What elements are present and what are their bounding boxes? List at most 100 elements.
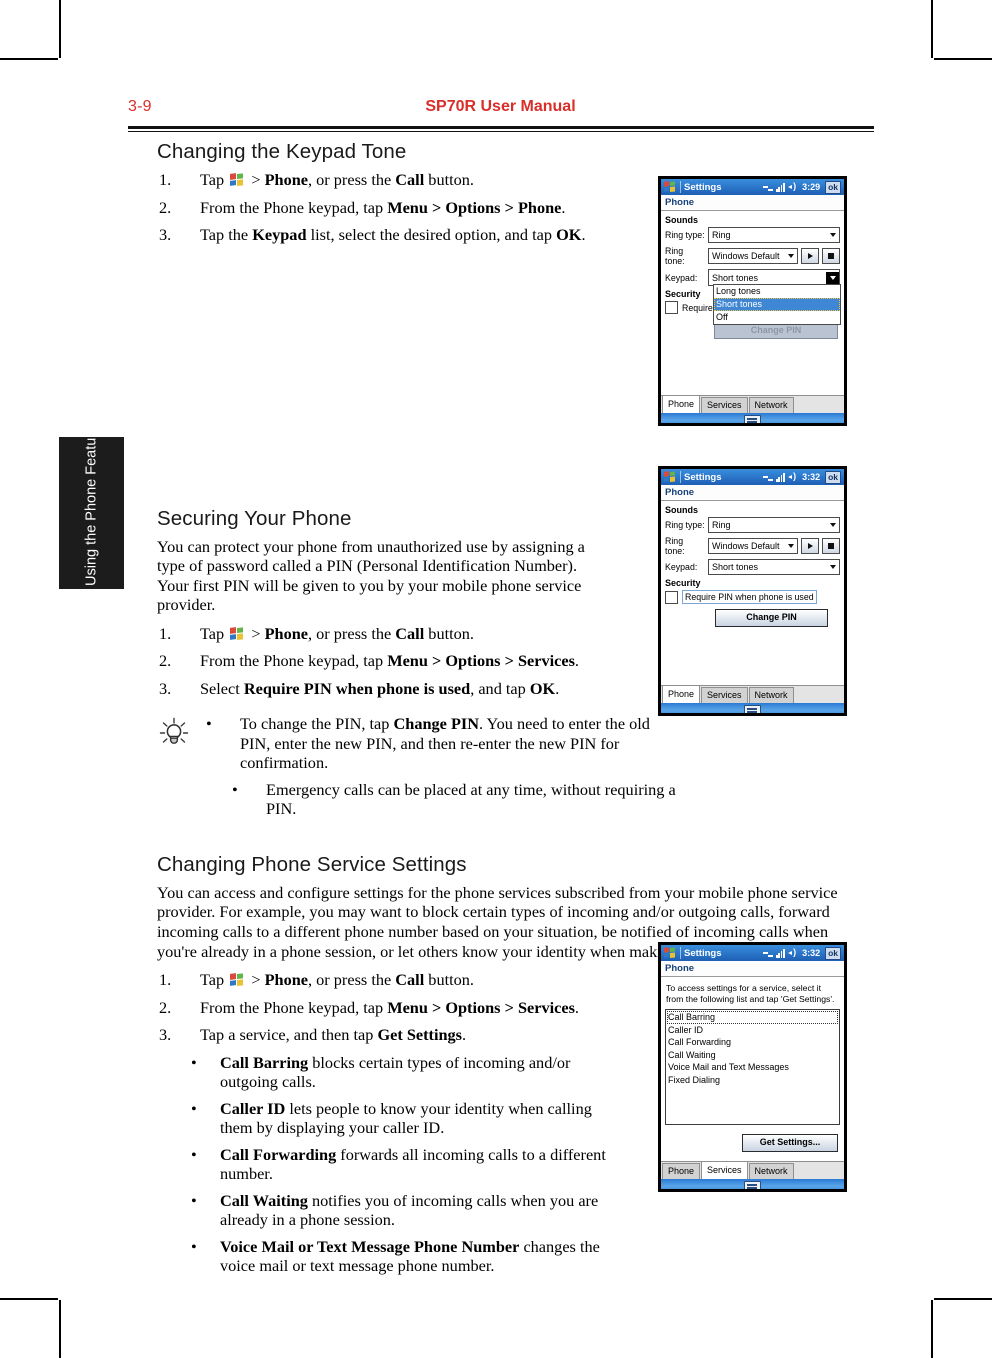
dropdown-option-selected[interactable]: Short tones [714, 298, 840, 311]
tab-services[interactable]: Services [701, 1161, 748, 1179]
services-listbox[interactable]: Call Barring Caller ID Call Forwarding C… [665, 1009, 840, 1125]
play-icon [807, 543, 813, 549]
connectivity-icon[interactable] [763, 949, 774, 958]
keypad-value: Short tones [712, 272, 759, 283]
taskbar [661, 413, 844, 423]
titlebar-app-name: Settings [684, 947, 722, 959]
ok-button[interactable]: ok [825, 946, 841, 960]
ring-type-dropdown[interactable]: Ring [708, 227, 840, 243]
section-title: Changing Phone Service Settings [157, 852, 467, 876]
require-pin-label: Require [682, 302, 713, 313]
get-settings-button[interactable]: Get Settings... [742, 1134, 838, 1152]
dropdown-option[interactable]: Long tones [714, 285, 840, 298]
tab-services[interactable]: Services [701, 397, 748, 413]
chevron-down-icon [830, 523, 836, 527]
keypad-dropdown-options[interactable]: Long tones Short tones Off [713, 284, 841, 325]
connectivity-icon[interactable] [763, 183, 774, 192]
dropdown-option[interactable]: Off [714, 311, 840, 324]
volume-speaker-icon[interactable] [788, 471, 799, 482]
bullet-icon: • [232, 779, 238, 799]
signal-strength-icon[interactable] [776, 182, 785, 192]
stop-tone-button[interactable] [822, 538, 840, 554]
keyboard-icon[interactable] [744, 705, 761, 713]
list-item[interactable]: Call Forwarding [667, 1036, 838, 1049]
header-divider [128, 126, 874, 132]
chevron-down-icon [830, 565, 836, 569]
step-number: 2. [159, 651, 172, 671]
keyboard-icon[interactable] [744, 1181, 761, 1189]
bullet-icon: • [206, 714, 212, 734]
tab-phone[interactable]: Phone [662, 1163, 701, 1179]
require-pin-checkbox-row[interactable]: Require PIN when phone is used [665, 590, 840, 604]
settings-body: Sounds Ring type: Ring Ring tone: Window… [661, 211, 844, 395]
service-text: Call Waiting notifies you of incoming ca… [220, 1190, 599, 1230]
bullet-icon: • [191, 1190, 197, 1210]
list-item[interactable]: Call Barring [667, 1011, 838, 1024]
windows-start-icon [230, 972, 245, 988]
ok-button[interactable]: ok [825, 470, 841, 484]
ring-type-row: Ring type: Ring [665, 227, 840, 243]
tab-network[interactable]: Network [748, 687, 794, 703]
tab-phone[interactable]: Phone [662, 395, 701, 413]
ring-type-row: Ring type: Ring [665, 517, 840, 533]
list-item[interactable]: Voice Mail and Text Messages [667, 1061, 838, 1074]
tab-network[interactable]: Network [748, 1163, 794, 1179]
ring-tone-dropdown[interactable]: Windows Default [708, 248, 798, 264]
tab-network[interactable]: Network [748, 397, 794, 413]
keyboard-icon[interactable] [744, 415, 761, 423]
volume-speaker-icon[interactable] [788, 947, 799, 958]
signal-strength-icon[interactable] [776, 948, 785, 958]
step-number: 1. [159, 170, 172, 189]
clock[interactable]: 3:29 [802, 182, 820, 192]
list-item[interactable]: Fixed Dialing [667, 1074, 838, 1087]
stop-tone-button[interactable] [822, 248, 840, 264]
tab-services[interactable]: Services [701, 687, 748, 703]
step-number: 2. [159, 197, 172, 217]
change-pin-button[interactable]: Change PIN [715, 609, 828, 627]
step-text: From the Phone keypad, tap Menu > Option… [200, 197, 566, 217]
titlebar-divider [680, 471, 681, 483]
play-tone-button[interactable] [801, 248, 819, 264]
change-pin-button-obscured[interactable]: Change PIN [714, 323, 838, 339]
section-securing-your-phone: Securing Your Phone You can protect your… [157, 507, 676, 819]
ring-tone-row: Ring tone: Windows Default [665, 536, 840, 556]
ring-type-dropdown[interactable]: Ring [708, 517, 840, 533]
taskbar [661, 1179, 844, 1189]
ring-type-value: Ring [712, 230, 731, 240]
windows-start-icon[interactable] [664, 470, 677, 484]
tab-bar: Phone Services Network [661, 395, 844, 413]
ring-tone-dropdown[interactable]: Windows Default [708, 538, 798, 554]
windows-start-icon [230, 626, 245, 642]
connectivity-icon[interactable] [763, 473, 774, 482]
ok-button[interactable]: ok [825, 180, 841, 194]
ring-type-label: Ring type: [665, 230, 705, 240]
crop-mark-top-left-vertical [59, 0, 61, 58]
subtitle-bar: Phone [661, 961, 844, 977]
titlebar-app-name: Settings [684, 471, 722, 483]
tab-phone[interactable]: Phone [662, 685, 701, 703]
service-item: • Call Forwarding forwards all incoming c… [185, 1145, 625, 1184]
require-pin-checkbox[interactable] [665, 590, 678, 604]
crop-mark-bottom-left-horizontal [0, 1298, 58, 1300]
volume-speaker-icon[interactable] [788, 181, 799, 192]
play-tone-button[interactable] [801, 538, 819, 554]
windows-start-icon[interactable] [664, 180, 677, 194]
titlebar-app-name: Settings [684, 181, 722, 193]
keypad-dropdown[interactable]: Short tones [708, 559, 840, 575]
list-item[interactable]: Caller ID [667, 1024, 838, 1037]
step-text-pre: Tap [200, 970, 229, 990]
windows-start-icon[interactable] [664, 946, 677, 960]
status-icons: 3:29 [763, 181, 820, 192]
signal-strength-icon[interactable] [776, 472, 785, 482]
clock[interactable]: 3:32 [802, 472, 820, 482]
require-pin-checkbox[interactable] [665, 301, 678, 314]
sounds-group-label: Sounds [665, 215, 698, 225]
step-list: 1. Tap > Phone, or press the Call button.… [157, 624, 609, 699]
chevron-down-icon[interactable] [826, 271, 839, 284]
chapter-thumb-tab: Using the Phone Feature [59, 425, 124, 589]
clock[interactable]: 3:32 [802, 948, 820, 958]
list-item[interactable]: Call Waiting [667, 1049, 838, 1062]
step-item: 1. Tap > Phone, or press the Call button. [157, 624, 609, 644]
ring-type-value: Ring [712, 520, 731, 530]
taskbar [661, 703, 844, 713]
